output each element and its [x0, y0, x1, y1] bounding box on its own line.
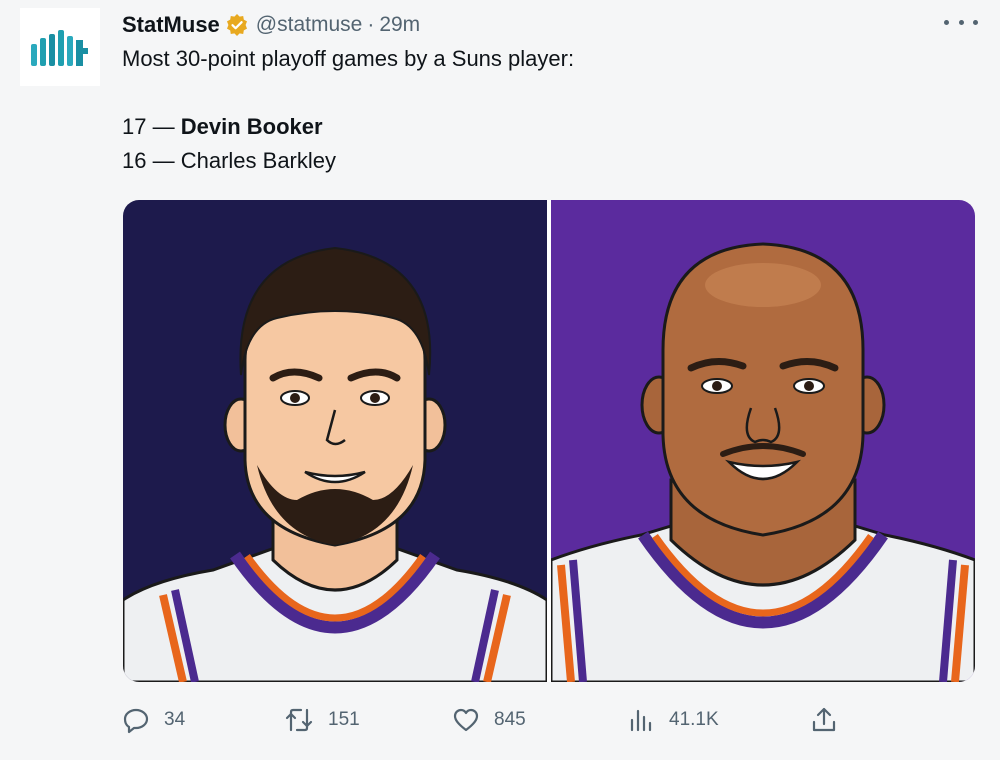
row-dash: — — [146, 114, 181, 139]
tweet-actions: 34 151 845 41.1K — [0, 700, 1000, 740]
share-icon — [812, 707, 836, 732]
reply-button[interactable]: 34 — [122, 700, 185, 740]
avatar[interactable] — [20, 8, 100, 86]
retweet-button[interactable]: 151 — [284, 700, 360, 740]
row-count: 17 — [122, 114, 147, 139]
retweet-icon — [285, 708, 313, 732]
tweet-media[interactable] — [123, 200, 975, 682]
more-options-icon[interactable] — [944, 12, 978, 32]
like-button[interactable]: 845 — [452, 700, 526, 740]
views-icon — [630, 709, 652, 732]
charles-barkley-illustration — [551, 242, 975, 682]
tweet-row-2: 16 — Charles Barkley — [122, 148, 336, 174]
row-count: 16 — [122, 148, 147, 173]
statmuse-logo-icon — [31, 30, 88, 66]
like-count: 845 — [494, 709, 526, 730]
row-player-name: Devin Booker — [180, 114, 323, 139]
verified-badge-icon — [226, 14, 247, 36]
reply-icon — [123, 708, 149, 734]
tweet-header: StatMuse @statmuse · 29m — [122, 10, 420, 40]
share-button[interactable] — [810, 700, 838, 740]
row-player-name: Charles Barkley — [180, 148, 336, 173]
views-count: 41.1K — [669, 709, 719, 730]
separator-dot: · — [367, 13, 375, 36]
like-icon — [453, 708, 479, 732]
tweet-row-1: 17 — Devin Booker — [122, 114, 323, 140]
timestamp[interactable]: 29m — [379, 13, 420, 37]
row-dash: — — [146, 148, 181, 173]
reply-count: 34 — [164, 709, 186, 730]
views-button[interactable]: 41.1K — [627, 700, 719, 740]
devin-booker-illustration — [123, 246, 547, 682]
display-name[interactable]: StatMuse — [122, 12, 220, 38]
media-image-right[interactable] — [551, 200, 975, 682]
media-image-left[interactable] — [123, 200, 547, 682]
tweet-card[interactable]: StatMuse @statmuse · 29m Most 30-point p… — [0, 0, 1000, 760]
handle[interactable]: @statmuse — [256, 13, 363, 37]
retweet-count: 151 — [328, 709, 360, 730]
tweet-intro: Most 30-point playoff games by a Suns pl… — [122, 46, 575, 71]
